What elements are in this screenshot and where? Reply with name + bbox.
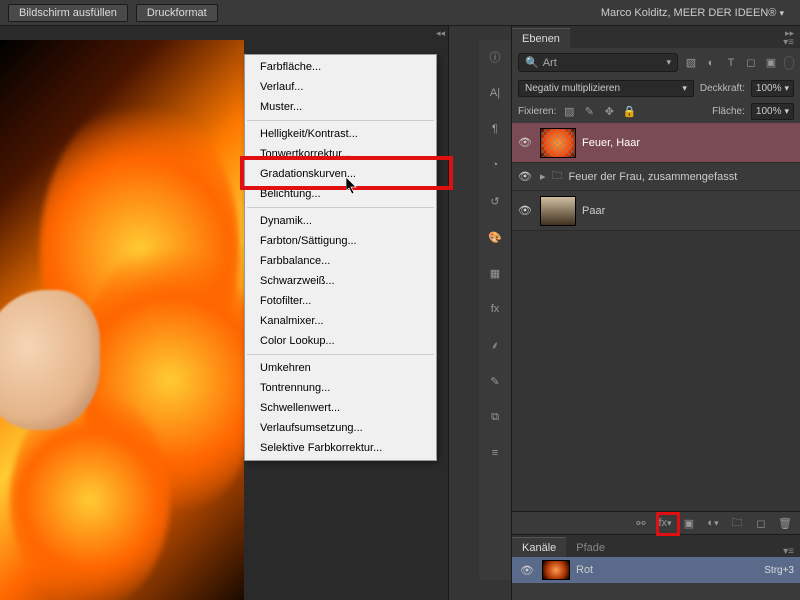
visibility-eye-icon[interactable]: 👁 xyxy=(516,204,534,217)
swatches-panel-icon[interactable]: ▦ xyxy=(486,264,504,282)
blend-mode-row: Negativ multiplizieren▾ Deckkraft: 100%▾ xyxy=(512,77,800,100)
menu-item[interactable]: Verlauf... xyxy=(246,77,435,97)
menu-item[interactable]: Farbfläche... xyxy=(246,57,435,77)
opacity-label: Deckkraft: xyxy=(700,83,745,94)
layer-row[interactable]: 👁 ▸ 🗀 Feuer der Frau, zusammengefasst xyxy=(512,163,800,191)
filter-adjust-icon[interactable]: ◐ xyxy=(704,56,718,70)
fill-input[interactable]: 100%▾ xyxy=(751,103,794,120)
document-canvas[interactable] xyxy=(0,40,244,600)
print-format-button[interactable]: Druckformat xyxy=(136,4,218,22)
menu-item[interactable]: Kanalmixer... xyxy=(246,311,435,331)
menu-separator xyxy=(247,354,434,355)
panel-menu-icon[interactable]: ▾≡ xyxy=(783,37,800,48)
channel-row[interactable]: 👁 Rot Strg+3 xyxy=(512,557,800,583)
filter-shape-icon[interactable]: ◻ xyxy=(744,56,758,70)
panel-tabs: Ebenen ▾≡ xyxy=(512,26,800,48)
fill-label: Fläche: xyxy=(712,106,745,117)
layers-panel: ▸▸ Ebenen ▾≡ 🔍Art ▾ ▧ ◐ T ◻ ▣ Negativ mu… xyxy=(512,26,800,600)
paths-tab[interactable]: Pfade xyxy=(566,538,615,557)
filter-toggle-icon[interactable] xyxy=(784,56,794,70)
folder-icon: 🗀 xyxy=(552,167,563,186)
menu-item[interactable]: Gradationskurven... xyxy=(246,164,435,184)
layer-name[interactable]: Feuer, Haar xyxy=(582,137,796,149)
layer-row[interactable]: 👁 Feuer, Haar xyxy=(512,123,800,163)
layer-mask-icon[interactable]: ▣ xyxy=(682,517,696,530)
channel-name: Rot xyxy=(576,564,593,576)
menu-item[interactable]: Farbbalance... xyxy=(246,251,435,271)
menu-item[interactable]: Fotofilter... xyxy=(246,291,435,311)
brush-presets-panel-icon[interactable]: ✎ xyxy=(486,372,504,390)
layer-thumbnail[interactable] xyxy=(540,196,576,226)
menu-item[interactable]: Dynamik... xyxy=(246,211,435,231)
menu-separator xyxy=(247,120,434,121)
lock-pixels-icon[interactable]: ✎ xyxy=(582,105,596,119)
collapse-toggle-icon[interactable]: ◂◂ xyxy=(425,28,445,38)
channels-panel-tabs: Kanäle Pfade ▾≡ xyxy=(512,535,800,557)
new-layer-icon[interactable]: ◻ xyxy=(754,517,768,530)
brushes-panel-icon[interactable]: ⸙ xyxy=(486,336,504,354)
paragraph-panel-icon[interactable]: ¶ xyxy=(486,120,504,138)
filter-smart-icon[interactable]: ▣ xyxy=(764,56,778,70)
top-toolbar: Bildschirm ausfüllen Druckformat Marco K… xyxy=(0,0,800,26)
adjustments-panel-icon[interactable]: ◔ xyxy=(486,156,504,174)
layers-footer: ⚯ fx▾ ▣ ◐▾ 🗀 ◻ 🗑 xyxy=(512,511,800,535)
layer-list: 👁 Feuer, Haar 👁 ▸ 🗀 Feuer der Frau, zusa… xyxy=(512,123,800,231)
layer-row[interactable]: 👁 Paar xyxy=(512,191,800,231)
filter-type-dropdown[interactable]: 🔍Art ▾ xyxy=(518,53,678,72)
color-panel-icon[interactable]: 🎨 xyxy=(486,228,504,246)
menu-item[interactable]: Tonwertkorrektur... xyxy=(246,144,435,164)
layer-thumbnail[interactable] xyxy=(540,128,576,158)
layers-tab[interactable]: Ebenen xyxy=(512,28,570,48)
menu-item[interactable]: Helligkeit/Kontrast... xyxy=(246,124,435,144)
adjustment-layer-icon[interactable]: ◐▾ xyxy=(706,517,720,529)
new-group-icon[interactable]: 🗀 xyxy=(730,514,744,533)
menu-item[interactable]: Tontrennung... xyxy=(246,378,435,398)
menu-item[interactable]: Umkehren xyxy=(246,358,435,378)
clone-panel-icon[interactable]: ⧉ xyxy=(486,408,504,426)
fill-screen-button[interactable]: Bildschirm ausfüllen xyxy=(8,4,128,22)
menu-item[interactable]: Verlaufsumsetzung... xyxy=(246,418,435,438)
collapsed-panel-dock: ◂◂ ⓘ A| ¶ ◔ ↺ 🎨 ▦ fx ⸙ ✎ ⧉ ≡ xyxy=(448,26,512,600)
opacity-input[interactable]: 100%▾ xyxy=(751,80,794,97)
lock-transparency-icon[interactable]: ▨ xyxy=(562,105,576,119)
menu-item[interactable]: Farbton/Sättigung... xyxy=(246,231,435,251)
menu-item[interactable]: Selektive Farbkorrektur... xyxy=(246,438,435,458)
channel-thumbnail xyxy=(542,560,570,580)
history-panel-icon[interactable]: ↺ xyxy=(486,192,504,210)
menu-item[interactable]: Belichtung... xyxy=(246,184,435,204)
visibility-eye-icon[interactable]: 👁 xyxy=(518,564,536,577)
layer-styles-icon[interactable]: fx▾ xyxy=(658,517,672,529)
channels-tab[interactable]: Kanäle xyxy=(512,537,566,557)
layer-name[interactable]: Feuer der Frau, zusammengefasst xyxy=(569,171,796,183)
layer-filter-row: 🔍Art ▾ ▧ ◐ T ◻ ▣ xyxy=(512,48,800,77)
menu-item[interactable]: Color Lookup... xyxy=(246,331,435,351)
menu-item[interactable]: Schwellenwert... xyxy=(246,398,435,418)
collapse-toggle-icon[interactable]: ▸▸ xyxy=(774,28,794,38)
lock-row: Fixieren: ▨ ✎ ✥ 🔒 Fläche: 100%▾ xyxy=(512,100,800,123)
channel-shortcut: Strg+3 xyxy=(764,565,794,576)
panel-menu-icon[interactable]: ▾≡ xyxy=(783,546,800,557)
filter-text-icon[interactable]: T xyxy=(724,56,738,70)
lock-label: Fixieren: xyxy=(518,106,556,117)
adjustment-layer-menu: Farbfläche...Verlauf...Muster... Helligke… xyxy=(244,54,437,461)
visibility-eye-icon[interactable]: 👁 xyxy=(516,136,534,149)
delete-layer-icon[interactable]: 🗑 xyxy=(778,517,792,530)
credit-text: Marco Kolditz, MEER DER IDEEN® ▾ xyxy=(601,7,792,19)
layer-name[interactable]: Paar xyxy=(582,205,796,217)
lock-all-icon[interactable]: 🔒 xyxy=(622,105,636,119)
layers-empty-area[interactable] xyxy=(512,231,800,511)
disclosure-triangle-icon[interactable]: ▸ xyxy=(540,170,546,183)
info-panel-icon[interactable]: ⓘ xyxy=(486,48,504,66)
lock-position-icon[interactable]: ✥ xyxy=(602,105,616,119)
link-layers-icon[interactable]: ⚯ xyxy=(634,517,648,530)
menu-item[interactable]: Schwarzweiß... xyxy=(246,271,435,291)
blend-mode-dropdown[interactable]: Negativ multiplizieren▾ xyxy=(518,80,694,97)
tool-presets-panel-icon[interactable]: ≡ xyxy=(486,444,504,462)
menu-item[interactable]: Muster... xyxy=(246,97,435,117)
menu-separator xyxy=(247,207,434,208)
styles-panel-icon[interactable]: fx xyxy=(486,300,504,318)
filter-pixel-icon[interactable]: ▧ xyxy=(684,56,698,70)
visibility-eye-icon[interactable]: 👁 xyxy=(516,170,534,183)
character-panel-icon[interactable]: A| xyxy=(486,84,504,102)
